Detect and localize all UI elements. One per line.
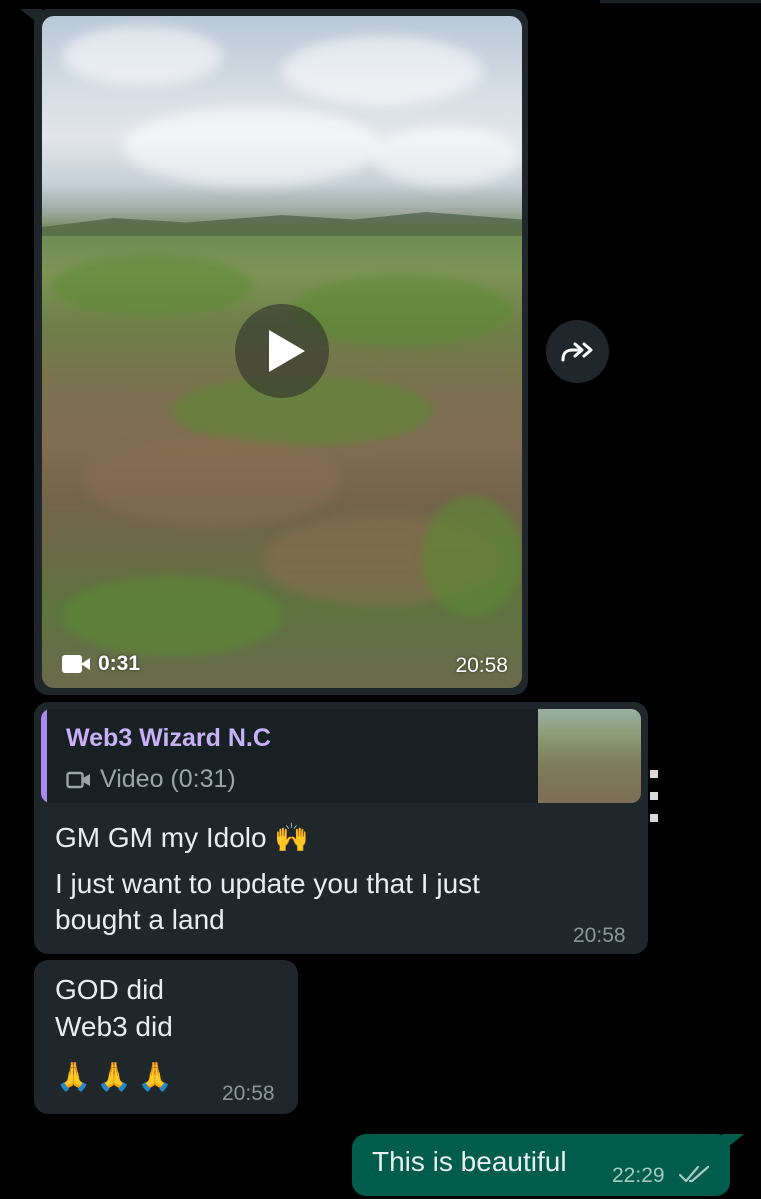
message-time: 22:29 bbox=[612, 1164, 665, 1187]
quoted-type: Video (0:31) bbox=[66, 765, 236, 794]
chat-view: 0:31 20:58 Web3 Wizard N.C Video (0:31) … bbox=[0, 0, 761, 1199]
message-time: 20:58 bbox=[455, 654, 508, 677]
prayer-emojis: 🙏🙏🙏 bbox=[56, 1061, 179, 1092]
message-line: bought a land bbox=[55, 904, 225, 935]
message-line: I just want to update you that I just bbox=[55, 868, 480, 899]
outgoing-message-bubble[interactable]: This is beautiful 22:29 bbox=[352, 1134, 730, 1196]
video-duration-label: 0:31 bbox=[98, 652, 141, 675]
forward-button[interactable] bbox=[546, 320, 609, 383]
quoted-message[interactable]: Web3 Wizard N.C Video (0:31) bbox=[41, 709, 641, 803]
quoted-thumbnail bbox=[538, 709, 641, 803]
video-duration: 0:31 bbox=[62, 652, 140, 676]
message-time: 20:58 bbox=[573, 924, 626, 947]
message-line: Web3 did bbox=[55, 1011, 173, 1042]
message-text: This is beautiful bbox=[372, 1146, 567, 1177]
incoming-message-bubble[interactable]: GOD did Web3 did 🙏🙏🙏 20:58 bbox=[34, 960, 298, 1114]
play-icon[interactable] bbox=[235, 304, 329, 398]
selection-handle bbox=[650, 770, 658, 826]
top-divider bbox=[600, 0, 761, 3]
video-camera-icon bbox=[62, 654, 92, 674]
video-thumbnail[interactable]: 0:31 20:58 bbox=[42, 16, 522, 688]
message-line: GM GM my Idolo 🙌 bbox=[55, 822, 310, 853]
double-check-icon bbox=[678, 1165, 710, 1183]
quoted-type-label: Video (0:31) bbox=[100, 765, 236, 793]
forward-icon bbox=[561, 342, 592, 361]
message-line: GOD did bbox=[55, 974, 164, 1005]
video-camera-icon bbox=[66, 771, 90, 788]
reply-message-bubble[interactable]: Web3 Wizard N.C Video (0:31) GM GM my Id… bbox=[34, 702, 648, 954]
quoted-author: Web3 Wizard N.C bbox=[66, 724, 271, 752]
message-time: 20:58 bbox=[222, 1082, 275, 1105]
quote-accent-bar bbox=[41, 709, 47, 803]
